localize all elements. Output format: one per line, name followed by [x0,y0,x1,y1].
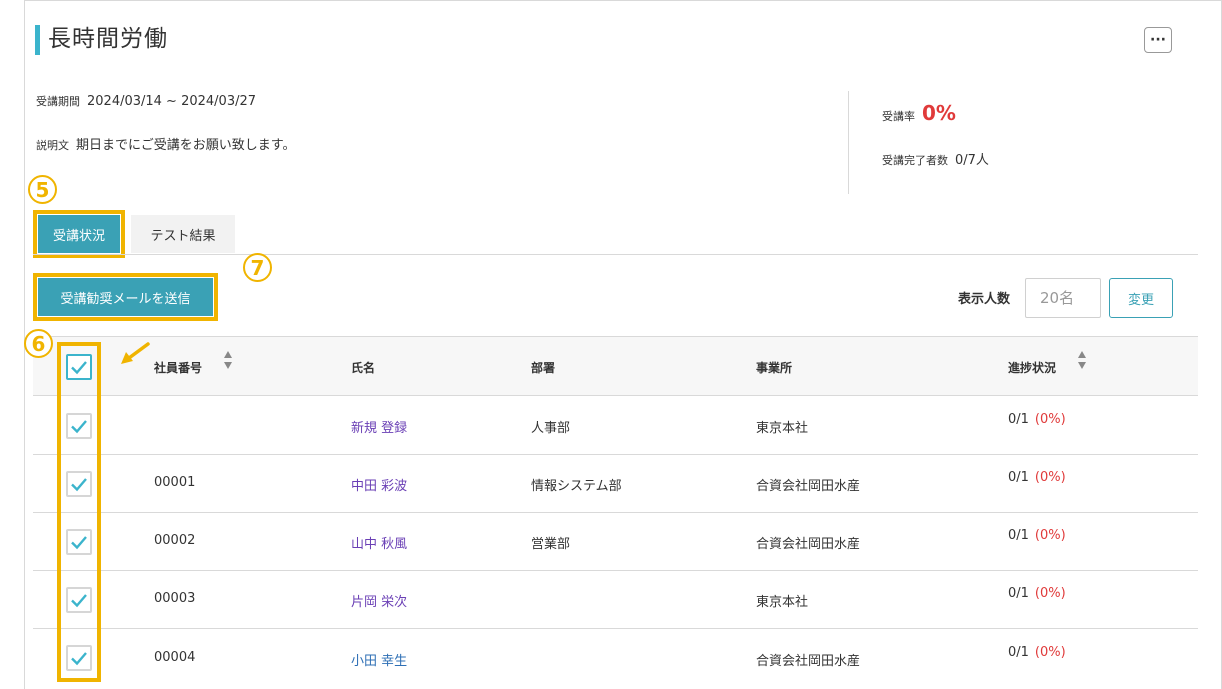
department: 人事部 [531,421,571,436]
column-header-department: 部署 [531,361,556,375]
row-checkbox[interactable] [66,529,92,555]
employee-id: 00002 [154,533,196,548]
period-value: 2024/03/14 ~ 2024/03/27 [87,94,257,109]
done-value: 0/7人 [955,153,989,168]
employee-name-link[interactable]: 新規 登録 [351,417,407,436]
tab-attendance-status[interactable]: 受講状況 [38,215,120,253]
employee-id: 00003 [154,591,196,606]
check-icon [71,652,87,666]
callout-7: 7 [243,253,272,282]
column-header-progress[interactable]: 進捗状況 [1008,359,1056,376]
progress-count: 0/1 [1008,528,1029,543]
callout-5: 5 [28,175,57,204]
progress-count: 0/1 [1008,470,1029,485]
check-icon [71,420,87,434]
table-row: 新規 登録 人事部 東京本社 0/1 (0%) [33,397,1198,455]
progress-count: 0/1 [1008,586,1029,601]
employee-name-link[interactable]: 小田 幸生 [351,650,407,669]
check-icon [71,478,87,492]
table-row: 00001 中田 彩波 情報システム部 合資会社岡田水産 0/1 (0%) [33,455,1198,513]
progress: 0/1 (0%) [1008,586,1066,601]
description-label: 説明文 [36,139,69,152]
office: 合資会社岡田水産 [756,479,861,494]
column-header-employee-id[interactable]: 社員番号 [154,359,202,376]
display-count-input[interactable] [1025,278,1101,318]
check-icon [71,594,87,608]
send-reminder-mail-button[interactable]: 受講勧奨メールを送信 [38,278,213,316]
tab-divider [33,254,1198,255]
sort-progress-icon[interactable] [1076,351,1088,379]
rate-value: 0% [922,101,956,125]
office: 東京本社 [756,421,809,436]
column-header-name: 氏名 [351,361,376,375]
progress: 0/1 (0%) [1008,412,1066,427]
description-row: 説明文 期日までにご受講をお願い致します。 [36,134,295,153]
period-label: 受講期間 [36,95,80,108]
progress-percent: (0%) [1034,645,1066,660]
row-checkbox[interactable] [66,413,92,439]
callout-6: 6 [24,329,53,358]
attendance-rate: 受講率 0% [882,101,956,125]
table-row: 00004 小田 幸生 合資会社岡田水産 0/1 (0%) [33,629,1198,687]
progress-percent: (0%) [1034,528,1066,543]
employee-name-link[interactable]: 中田 彩波 [351,475,407,494]
display-count-label: 表示人数 [958,292,1011,307]
progress-percent: (0%) [1034,412,1066,427]
progress-percent: (0%) [1034,470,1066,485]
employee-id: 00004 [154,650,196,665]
progress-count: 0/1 [1008,412,1029,427]
office: 東京本社 [756,595,809,610]
progress: 0/1 (0%) [1008,645,1066,660]
employee-id: 00001 [154,475,196,490]
select-all-checkbox[interactable] [66,354,92,380]
checkbox-column-highlight [57,342,101,682]
department: 営業部 [531,537,571,552]
tab-test-results[interactable]: テスト結果 [131,215,235,253]
column-header-office: 事業所 [756,361,793,375]
check-icon [71,536,87,550]
description-value: 期日までにご受講をお願い致します。 [76,138,296,153]
rate-label: 受講率 [882,110,915,123]
department: 情報システム部 [531,479,622,494]
change-button[interactable]: 変更 [1109,278,1173,318]
employee-name-link[interactable]: 山中 秋風 [351,533,407,552]
row-checkbox[interactable] [66,587,92,613]
more-options-button[interactable]: ··· [1144,27,1172,53]
completed-count: 受講完了者数 0/7人 [882,149,989,168]
employee-name-link[interactable]: 片岡 栄次 [351,591,407,610]
progress: 0/1 (0%) [1008,528,1066,543]
office: 合資会社岡田水産 [756,537,861,552]
check-icon [71,361,87,375]
page-title: 長時間労働 [48,26,168,52]
progress-percent: (0%) [1034,586,1066,601]
table-row: 00002 山中 秋風 営業部 合資会社岡田水産 0/1 (0%) [33,513,1198,571]
progress-count: 0/1 [1008,645,1029,660]
sort-employee-id-icon[interactable] [222,351,234,379]
office: 合資会社岡田水産 [756,654,861,669]
row-checkbox[interactable] [66,471,92,497]
title-accent-bar [35,25,40,55]
pointer-arrow-icon [121,342,150,364]
progress: 0/1 (0%) [1008,470,1066,485]
row-checkbox[interactable] [66,645,92,671]
stats-divider [848,91,849,194]
period-row: 受講期間 2024/03/14 ~ 2024/03/27 [36,93,256,109]
table-row: 00003 片岡 栄次 東京本社 0/1 (0%) [33,571,1198,629]
done-label: 受講完了者数 [882,154,948,167]
